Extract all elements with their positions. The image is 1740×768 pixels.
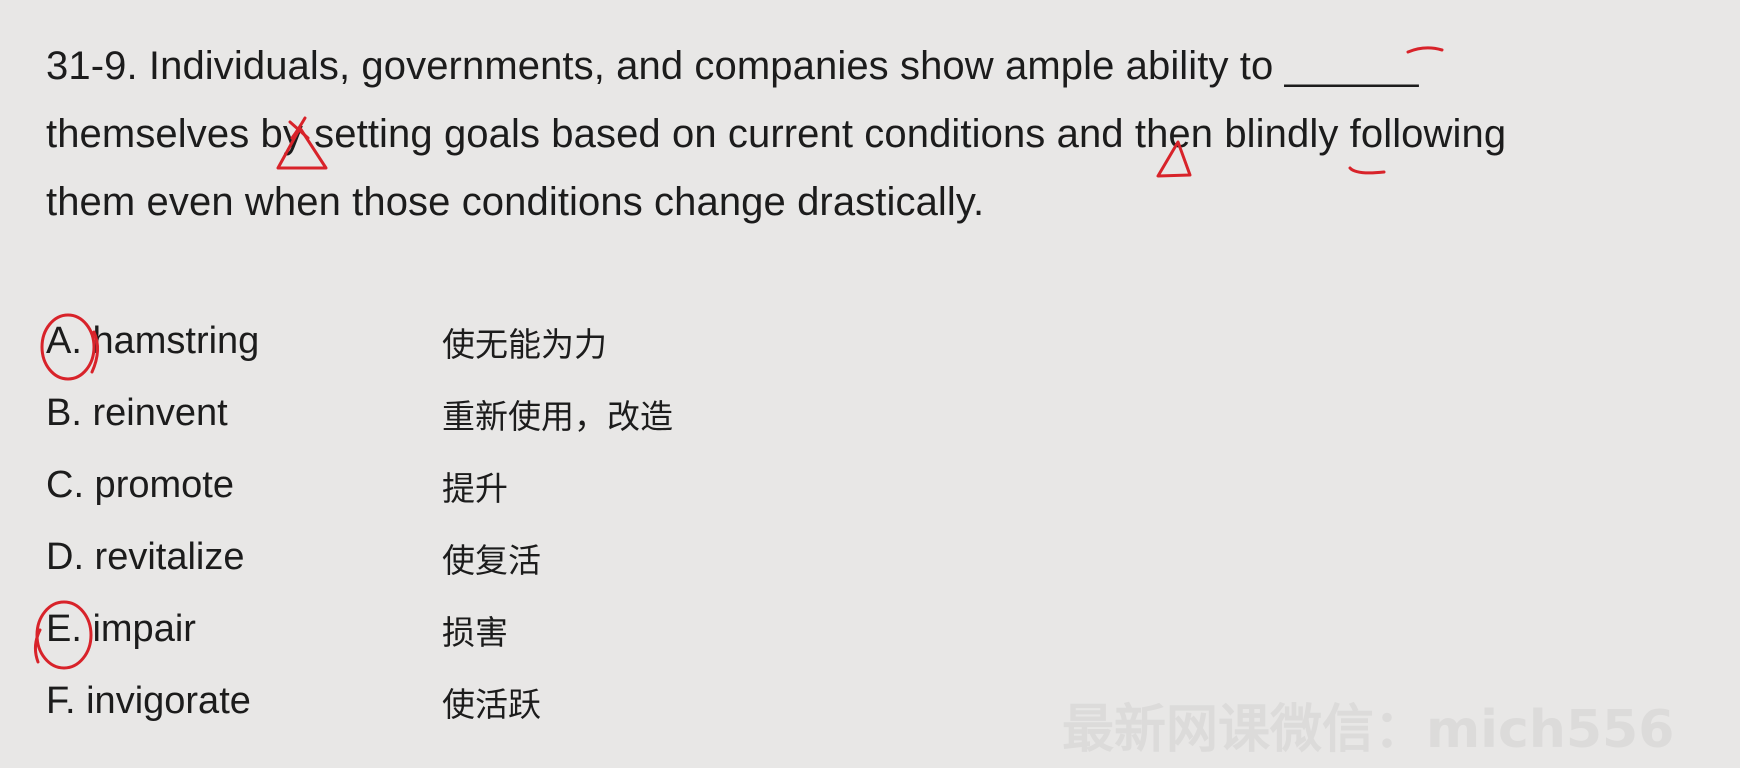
- slide: 31-9. Individuals, governments, and comp…: [0, 0, 1740, 768]
- option-d[interactable]: D. revitalize 使复活: [46, 529, 846, 601]
- option-label: F. invigorate: [46, 680, 251, 722]
- option-b[interactable]: B. reinvent 重新使用，改造: [46, 385, 846, 457]
- option-c[interactable]: C. promote 提升: [46, 457, 846, 529]
- option-meaning: 损害: [442, 613, 508, 652]
- option-meaning: 重新使用，改造: [442, 397, 673, 436]
- option-label: C. promote: [46, 464, 234, 506]
- option-f[interactable]: F. invigorate 使活跃: [46, 673, 846, 745]
- option-meaning: 使无能为力: [442, 325, 607, 364]
- option-e[interactable]: E. impair 损害: [46, 601, 846, 673]
- option-meaning: 提升: [442, 469, 508, 508]
- watermark: 最新网课微信：mich556: [1062, 700, 1675, 760]
- question-line-2: themselves by setting goals based on cur…: [46, 112, 1507, 156]
- option-label: D. revitalize: [46, 536, 245, 578]
- option-label: B. reinvent: [46, 392, 228, 434]
- option-a[interactable]: A. hamstring 使无能为力: [46, 313, 846, 385]
- answer-options: A. hamstring 使无能为力 B. reinvent 重新使用，改造 C…: [46, 313, 846, 745]
- option-meaning: 使复活: [442, 541, 541, 580]
- question-text: 31-9. Individuals, governments, and comp…: [46, 32, 1686, 236]
- question-line-1: 31-9. Individuals, governments, and comp…: [46, 44, 1419, 88]
- option-e-tail: [33, 628, 42, 664]
- question-line-3: them even when those conditions change d…: [46, 180, 985, 224]
- option-label: A. hamstring: [46, 320, 260, 362]
- option-label: E. impair: [46, 608, 196, 650]
- option-meaning: 使活跃: [442, 685, 541, 724]
